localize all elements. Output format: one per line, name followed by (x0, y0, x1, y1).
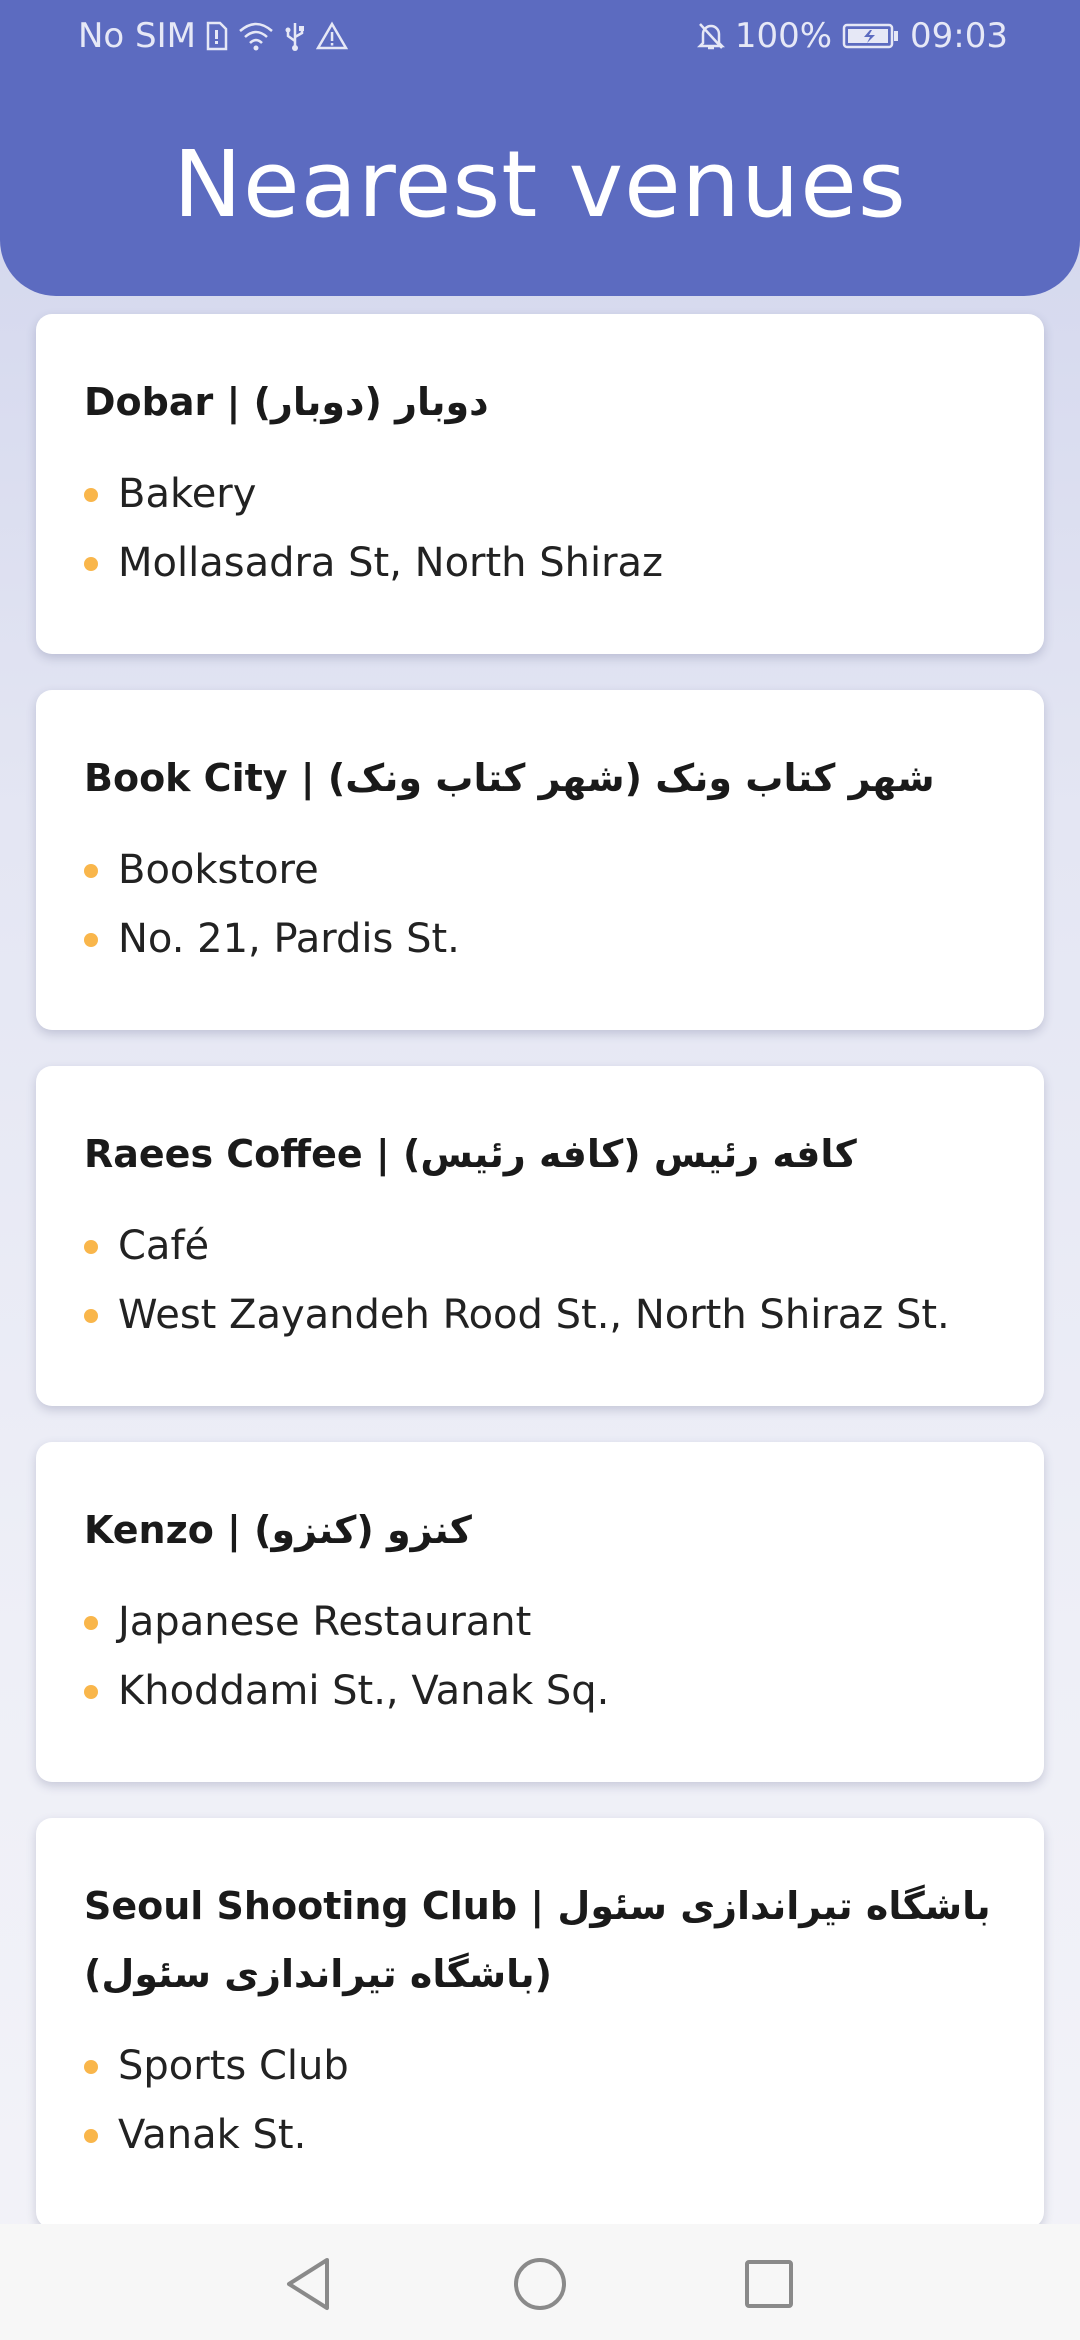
venue-card[interactable]: Book City | شهر کتاب ونک (شهر کتاب ونک) … (36, 690, 1044, 1030)
venue-address-label: Mollasadra St, North Shiraz (118, 540, 664, 586)
venue-details: Café West Zayandeh Rood St., North Shira… (84, 1212, 996, 1350)
bullet-dot-icon (84, 1240, 98, 1254)
venue-card[interactable]: Seoul Shooting Club | باشگاه تیراندازی س… (36, 1818, 1044, 2228)
venue-address-label: West Zayandeh Rood St., North Shiraz St. (118, 1292, 950, 1338)
wifi-icon (238, 21, 274, 51)
venue-address: Vanak St. (84, 2101, 996, 2170)
bullet-dot-icon (84, 1616, 98, 1630)
venue-category-label: Café (118, 1223, 210, 1269)
usb-icon (284, 21, 306, 51)
navigation-bar (0, 2224, 1080, 2340)
venue-category-label: Japanese Restaurant (118, 1599, 532, 1645)
app-header: No SIM 100% 09:03 Nearest venues (0, 0, 1080, 296)
bullet-dot-icon (84, 488, 98, 502)
venue-details: Japanese Restaurant Khoddami St., Vanak … (84, 1588, 996, 1726)
venue-card[interactable]: Raees Coffee | کافه رئیس (کافه رئیس) Caf… (36, 1066, 1044, 1406)
venue-address: No. 21, Pardis St. (84, 905, 996, 974)
venue-address-label: No. 21, Pardis St. (118, 916, 460, 962)
venue-details: Bakery Mollasadra St, North Shiraz (84, 460, 996, 598)
venue-name: Book City | شهر کتاب ونک (شهر کتاب ونک) (84, 756, 935, 800)
status-bar: No SIM 100% 09:03 (0, 0, 1080, 74)
venue-category-label: Bookstore (118, 847, 319, 893)
venue-category-label: Sports Club (118, 2043, 349, 2089)
venue-address: Khoddami St., Vanak Sq. (84, 1657, 996, 1726)
mute-icon (696, 21, 725, 51)
venue-category: Sports Club (84, 2032, 996, 2101)
venue-details: Bookstore No. 21, Pardis St. (84, 836, 996, 974)
venue-name: Kenzo | کنزو (کنزو) (84, 1508, 472, 1552)
venue-name: Seoul Shooting Club | باشگاه تیراندازی س… (84, 1884, 991, 1996)
bullet-dot-icon (84, 1309, 98, 1323)
bullet-dot-icon (84, 1685, 98, 1699)
bullet-dot-icon (84, 933, 98, 947)
venue-address: Mollasadra St, North Shiraz (84, 529, 996, 598)
venue-category: Japanese Restaurant (84, 1588, 996, 1657)
venue-card[interactable]: Dobar | دوبار (دوبار) Bakery Mollasadra … (36, 314, 1044, 654)
venue-category-label: Bakery (118, 471, 257, 517)
venue-address: West Zayandeh Rood St., North Shiraz St. (84, 1281, 996, 1350)
venue-category: Bookstore (84, 836, 996, 905)
warning-icon (316, 21, 348, 51)
page-title: Nearest venues (173, 131, 907, 238)
bullet-dot-icon (84, 557, 98, 571)
venue-address-label: Vanak St. (118, 2112, 307, 2158)
home-circle-icon[interactable] (512, 2256, 568, 2312)
venue-card[interactable]: Kenzo | کنزو (کنزو) Japanese Restaurant … (36, 1442, 1044, 1782)
recents-square-icon[interactable] (741, 2256, 797, 2312)
venue-address-label: Khoddami St., Vanak Sq. (118, 1668, 610, 1714)
venue-name: Raees Coffee | کافه رئیس (کافه رئیس) (84, 1132, 857, 1176)
carrier-label: No SIM (78, 16, 196, 56)
clock: 09:03 (910, 16, 1008, 56)
bullet-dot-icon (84, 864, 98, 878)
battery-percentage: 100% (734, 16, 833, 56)
battery-icon (842, 22, 900, 50)
back-triangle-icon[interactable] (280, 2256, 336, 2312)
venue-name: Dobar | دوبار (دوبار) (84, 380, 489, 424)
venue-list: Dobar | دوبار (دوبار) Bakery Mollasadra … (36, 314, 1044, 2264)
bullet-dot-icon (84, 2129, 98, 2143)
venue-details: Sports Club Vanak St. (84, 2032, 996, 2170)
venue-category: Café (84, 1212, 996, 1281)
sim-icon (206, 21, 228, 51)
bullet-dot-icon (84, 2060, 98, 2074)
venue-category: Bakery (84, 460, 996, 529)
